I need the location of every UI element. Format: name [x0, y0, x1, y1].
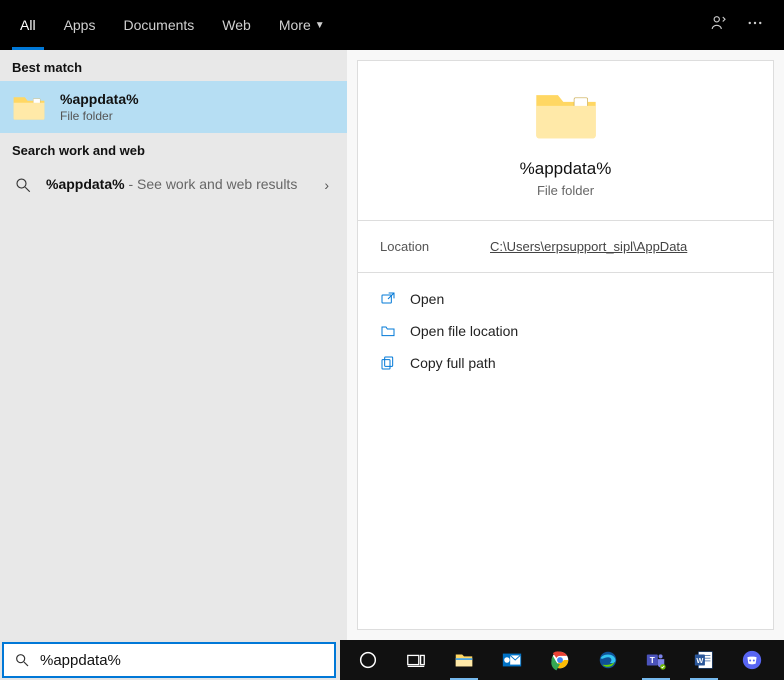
tab-documents[interactable]: Documents [109, 0, 208, 50]
preview-card: %appdata% File folder Location C:\Users\… [357, 60, 774, 630]
preview-actions: Open Open file location Copy full path [358, 273, 773, 389]
tab-more[interactable]: More ▼ [265, 0, 339, 50]
action-open-label: Open [410, 291, 444, 307]
result-subtitle: File folder [60, 109, 139, 123]
action-copy-path-label: Copy full path [410, 355, 496, 371]
best-match-label: Best match [0, 50, 347, 81]
more-options-icon[interactable] [746, 14, 764, 37]
results-panel: Best match %appdata% File folder Search … [0, 50, 347, 640]
web-result-term: %appdata% [46, 176, 125, 192]
taskbar-edge[interactable] [588, 640, 628, 680]
search-top-tabs: All Apps Documents Web More ▼ [0, 0, 784, 50]
taskbar-discord[interactable] [732, 640, 772, 680]
work-web-label: Search work and web [0, 133, 347, 164]
action-copy-path[interactable]: Copy full path [376, 347, 755, 379]
preview-title: %appdata% [520, 159, 612, 179]
action-open[interactable]: Open [376, 283, 755, 315]
tab-apps[interactable]: Apps [50, 0, 110, 50]
search-icon [14, 652, 30, 668]
chevron-right-icon: › [324, 177, 329, 193]
taskbar-explorer[interactable] [444, 640, 484, 680]
tab-strip: All Apps Documents Web More ▼ [6, 0, 339, 50]
folder-icon [12, 93, 46, 121]
chevron-down-icon: ▼ [315, 20, 325, 31]
taskbar-taskview[interactable] [396, 640, 436, 680]
best-match-result[interactable]: %appdata% File folder [0, 81, 347, 133]
action-open-location-label: Open file location [410, 323, 518, 339]
folder-open-icon [380, 323, 396, 339]
search-icon [14, 176, 32, 194]
preview-panel: %appdata% File folder Location C:\Users\… [347, 50, 784, 640]
preview-type: File folder [537, 183, 594, 198]
taskbar-cortana[interactable] [348, 640, 388, 680]
tab-all[interactable]: All [6, 0, 50, 50]
open-icon [380, 291, 396, 307]
search-main: Best match %appdata% File folder Search … [0, 50, 784, 640]
search-input[interactable] [40, 652, 324, 669]
location-row: Location C:\Users\erpsupport_sipl\AppDat… [358, 221, 773, 272]
search-box[interactable] [2, 642, 336, 678]
action-open-location[interactable]: Open file location [376, 315, 755, 347]
topbar-actions [710, 14, 778, 37]
web-result-suffix: - See work and web results [125, 176, 298, 192]
svg-text:T: T [650, 656, 655, 665]
taskbar-outlook[interactable] [492, 640, 532, 680]
folder-icon [533, 87, 599, 141]
tab-more-label: More [279, 17, 311, 33]
tab-web[interactable]: Web [208, 0, 265, 50]
taskbar-teams[interactable]: T [636, 640, 676, 680]
location-label: Location [380, 239, 490, 254]
taskbar: T W [340, 640, 784, 680]
svg-text:W: W [696, 656, 703, 665]
copy-icon [380, 355, 396, 371]
result-title: %appdata% [60, 91, 139, 107]
taskbar-chrome[interactable] [540, 640, 580, 680]
taskbar-word[interactable]: W [684, 640, 724, 680]
web-result[interactable]: %appdata% - See work and web results › [0, 164, 347, 206]
feedback-icon[interactable] [710, 14, 728, 37]
location-value[interactable]: C:\Users\erpsupport_sipl\AppData [490, 239, 687, 254]
